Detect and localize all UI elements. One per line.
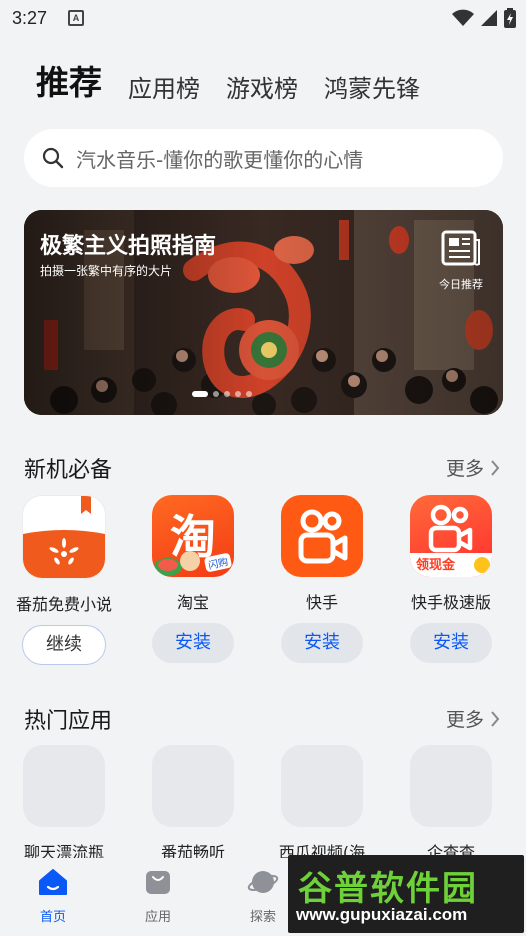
install-button[interactable]: 安装 — [152, 623, 234, 663]
battery-icon — [504, 8, 516, 28]
pagination-dot — [224, 391, 230, 397]
continue-button[interactable]: 继续 — [22, 625, 106, 665]
status-a-icon: A — [68, 10, 84, 26]
app-name: 番茄免费小说 — [15, 595, 112, 614]
kuaishou-lite-icon[interactable]: 领现金 — [410, 495, 492, 577]
watermark-url: www.gupuxiazai.com — [296, 905, 468, 924]
pagination-dot — [246, 391, 252, 397]
tab-app-ranking[interactable]: 应用榜 — [128, 69, 200, 104]
nav-apps-label: 应用 — [144, 910, 171, 925]
tomato-novel-icon[interactable] — [22, 495, 106, 579]
tab-recommend[interactable]: 推荐 — [36, 56, 102, 104]
home-icon — [39, 869, 67, 895]
watermark-title: 谷普软件园 — [298, 869, 478, 909]
status-time: 3:27 — [12, 8, 48, 28]
section-title-new-phone: 新机必备 — [24, 458, 113, 483]
status-bar: 3:27 A — [0, 0, 526, 36]
search-bar[interactable]: 汽水音乐-懂你的歌更懂你的心情 — [24, 129, 503, 187]
daily-recommend-label: 今日推荐 — [439, 278, 483, 291]
app-card[interactable]: 领现金 快手极速版 安装 — [396, 495, 506, 663]
app-card[interactable]: 番茄免费小说 继续 — [9, 495, 119, 665]
app-name: 淘宝 — [176, 593, 209, 612]
banner-pagination — [192, 391, 252, 397]
more-label: 更多 — [445, 709, 484, 731]
pagination-dot — [235, 391, 241, 397]
more-link-hot-apps[interactable]: 更多 — [446, 705, 500, 732]
app-name: 快手极速版 — [410, 593, 491, 612]
banner-subtitle: 拍摄一张繁中有序的大片 — [40, 264, 173, 278]
install-button[interactable]: 安装 — [410, 623, 492, 663]
search-placeholder: 汽水音乐-懂你的歌更懂你的心情 — [76, 147, 364, 172]
pagination-dot — [213, 391, 219, 397]
app-card[interactable]: 番茄畅听 — [138, 745, 248, 863]
watermark: 谷普软件园 www.gupuxiazai.com — [288, 855, 524, 933]
tab-harmony-pioneer[interactable]: 鸿蒙先锋 — [324, 69, 420, 104]
chevron-right-icon — [491, 459, 500, 476]
app-icon-placeholder[interactable] — [23, 745, 105, 827]
app-icon-placeholder[interactable] — [152, 745, 234, 827]
app-card[interactable]: 淘 闪购 淘宝 安装 — [138, 495, 248, 663]
planet-icon — [247, 871, 279, 893]
nav-home-label: 首页 — [39, 910, 66, 925]
search-icon — [42, 147, 64, 169]
app-icon-placeholder[interactable] — [410, 745, 492, 827]
app-icon-placeholder[interactable] — [281, 745, 363, 827]
wifi-icon — [452, 9, 474, 26]
daily-recommend[interactable]: 今日推荐 — [433, 230, 489, 292]
status-icons — [452, 8, 516, 28]
pagination-dot-active — [192, 391, 208, 397]
newspaper-icon — [441, 230, 480, 266]
app-card[interactable]: 快手 安装 — [267, 495, 377, 663]
install-button[interactable]: 安装 — [281, 623, 363, 663]
more-link-new-phone[interactable]: 更多 — [446, 454, 500, 481]
chevron-right-icon — [491, 710, 500, 727]
banner-title: 极繁主义拍照指南 — [40, 234, 217, 259]
taobao-icon[interactable]: 淘 闪购 — [152, 495, 234, 577]
featured-banner[interactable]: 极繁主义拍照指南 拍摄一张繁中有序的大片 今日推荐 — [24, 210, 503, 415]
top-tabs: 推荐 应用榜 游戏榜 鸿蒙先锋 — [36, 56, 420, 104]
section-title-hot-apps: 热门应用 — [24, 709, 113, 734]
kuaishou-icon[interactable] — [281, 495, 363, 577]
nav-home[interactable]: 首页 — [13, 868, 93, 925]
app-card[interactable]: 企查查 — [396, 745, 506, 863]
app-card[interactable]: 聊天漂流瓶 — [9, 745, 119, 863]
kuaishou-lite-tag: 领现金 — [416, 558, 456, 573]
nav-apps[interactable]: 应用 — [118, 868, 198, 925]
app-name: 快手 — [305, 593, 338, 612]
tab-game-ranking[interactable]: 游戏榜 — [226, 69, 298, 104]
signal-icon — [481, 10, 497, 26]
shopping-bag-icon — [146, 871, 170, 894]
more-label: 更多 — [445, 458, 484, 480]
app-card[interactable]: 西瓜视频(海 — [267, 745, 377, 863]
